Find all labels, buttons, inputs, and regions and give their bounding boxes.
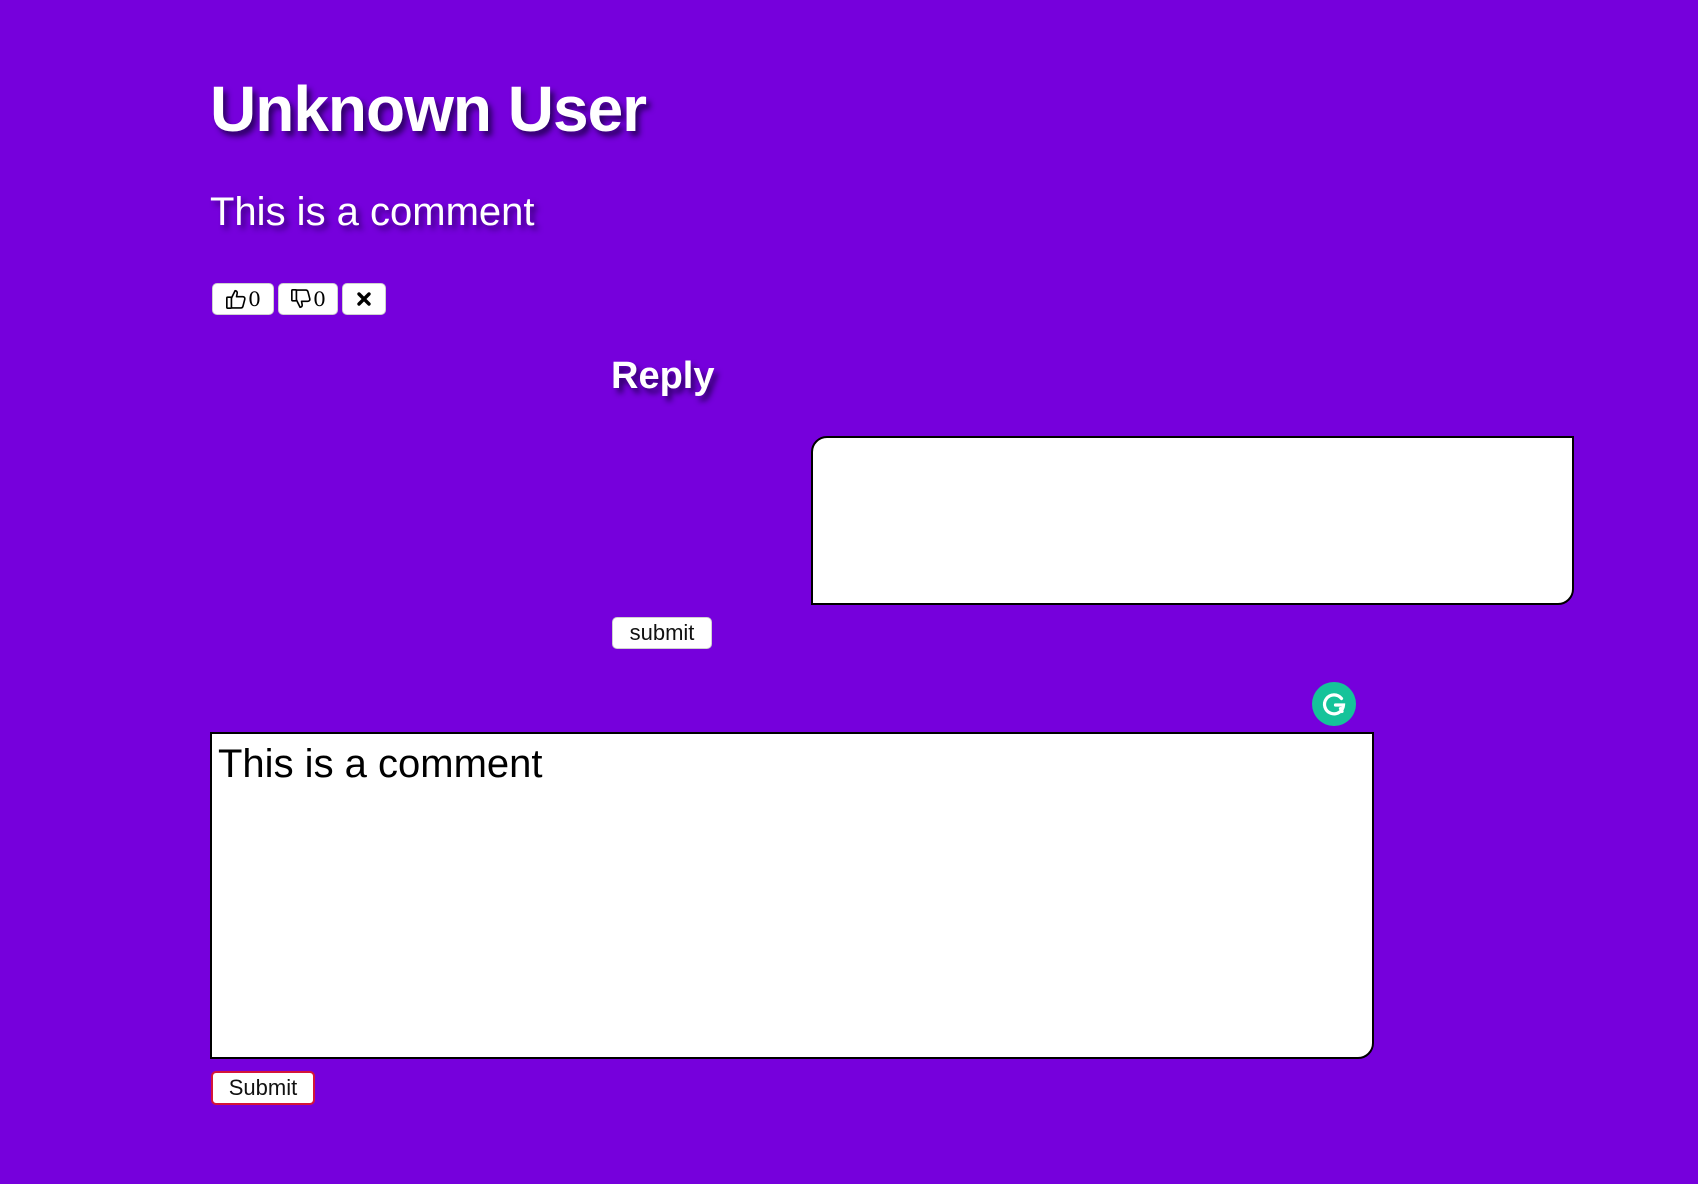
close-icon — [356, 291, 372, 307]
like-count: 0 — [248, 287, 261, 311]
dislike-count: 0 — [313, 287, 326, 311]
thumbs-up-icon — [225, 288, 247, 310]
comment-text: This is a comment — [210, 190, 535, 234]
comment-author: Unknown User — [210, 73, 647, 145]
dislike-button[interactable]: 0 — [278, 283, 338, 315]
reply-heading: Reply — [611, 355, 715, 397]
reply-submit-button[interactable]: submit — [612, 617, 712, 649]
comment-submit-button[interactable]: Submit — [211, 1071, 315, 1105]
comment-input[interactable]: This is a comment — [210, 732, 1374, 1059]
comment-actions: 0 0 — [212, 283, 386, 315]
delete-comment-button[interactable] — [342, 283, 386, 315]
grammarly-icon[interactable] — [1312, 682, 1356, 726]
thumbs-down-icon — [290, 288, 312, 310]
like-button[interactable]: 0 — [212, 283, 274, 315]
reply-input[interactable] — [811, 436, 1574, 605]
